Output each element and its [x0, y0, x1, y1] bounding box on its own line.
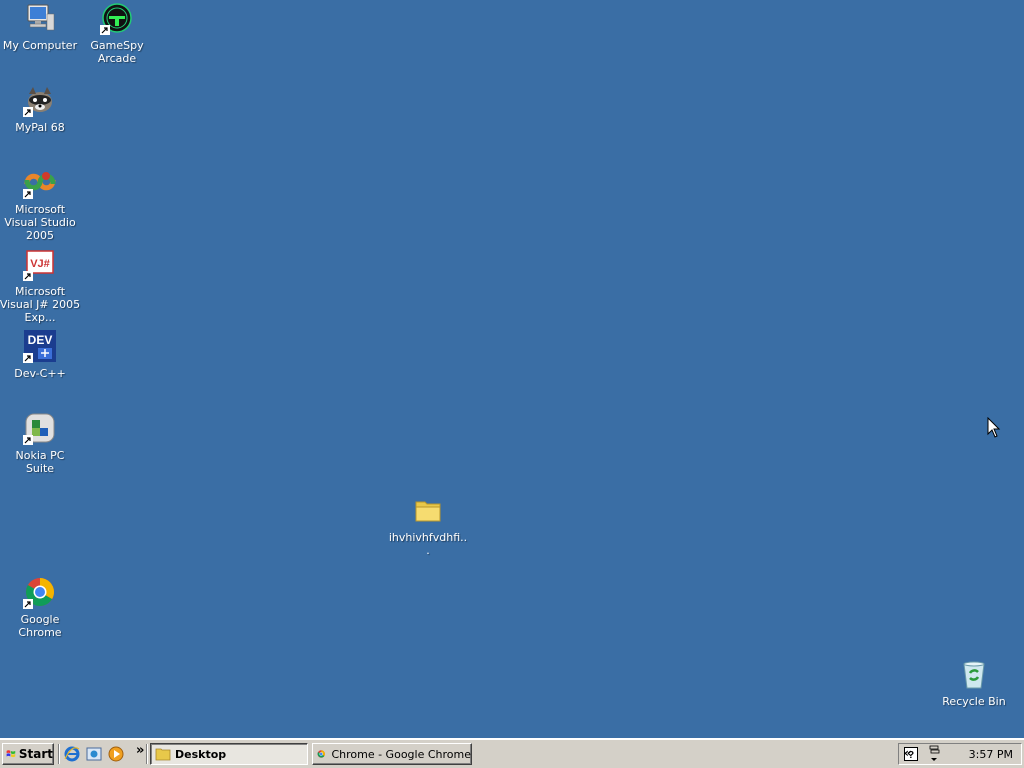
desktop-icon-visual-jsharp[interactable]: VJ# Microsoft Visual J# 2005 Exp... [0, 248, 82, 324]
desktop-icon-label: Dev-C++ [14, 367, 66, 380]
desktop-icon-label: Google Chrome [18, 613, 62, 639]
desktop-icon-label: ihvhivhfvdhfi... [388, 531, 468, 557]
desktop-icon-dev-cpp[interactable]: DEV Dev-C++ [0, 330, 80, 380]
desktop-icon-label: My Computer [2, 39, 78, 52]
vjsharp-glyph: VJ# [30, 258, 50, 270]
chrome-icon [23, 576, 56, 609]
my-computer-icon [24, 2, 56, 34]
shortcut-arrow-icon [23, 107, 33, 117]
start-button[interactable]: Start [2, 743, 54, 765]
chrome-icon [317, 750, 325, 758]
desktop-icon-label: Nokia PC Suite [15, 449, 65, 475]
desktop-icon-label: Microsoft Visual Studio 2005 [4, 203, 76, 242]
shortcut-arrow-icon [100, 25, 110, 35]
desktop-icon-label: Recycle Bin [942, 695, 1006, 708]
windows-logo-icon [6, 750, 16, 758]
mypal-raccoon-icon [23, 84, 56, 117]
dev-cpp-icon: DEV [23, 330, 56, 363]
desktop[interactable]: My Computer GameSpy Arcade MyPal 68 Micr… [0, 0, 1024, 738]
shortcut-arrow-icon [23, 271, 33, 281]
taskbar: Start » Desktop Chrome - Google Chrome ?… [0, 738, 1024, 768]
desktop-icon-visual-studio-2005[interactable]: Microsoft Visual Studio 2005 [0, 166, 82, 242]
internet-explorer-icon[interactable] [64, 746, 80, 762]
desktop-icon-label: GameSpy Arcade [90, 39, 144, 65]
folder-icon [155, 748, 171, 761]
taskbar-button-desktop[interactable]: Desktop [150, 743, 308, 765]
media-player-icon[interactable] [108, 746, 124, 762]
desktop-icon-google-chrome[interactable]: Google Chrome [0, 576, 80, 639]
taskbar-button-label: Desktop [175, 747, 227, 761]
recycle-bin-icon [958, 658, 990, 690]
clock[interactable]: 3:57 PM [969, 748, 1013, 761]
nokia-pc-suite-icon [23, 412, 56, 445]
visual-studio-icon [23, 166, 56, 199]
desktop-icon-my-computer[interactable]: My Computer [0, 2, 80, 52]
shortcut-arrow-icon [23, 189, 33, 199]
shortcut-arrow-icon [23, 353, 33, 363]
system-tray: « 3:57 PM [898, 743, 1022, 765]
mouse-cursor-icon [987, 417, 1001, 438]
taskbar-separator [58, 744, 60, 764]
folder-icon [412, 494, 444, 526]
desktop-icon-folder[interactable]: ihvhivhfvdhfi... [388, 494, 468, 557]
desktop-icon-nokia-pc-suite[interactable]: Nokia PC Suite [0, 412, 80, 475]
quick-launch-overflow-button[interactable]: » [136, 743, 144, 758]
desktop-icon-mypal[interactable]: MyPal 68 [0, 84, 80, 134]
shortcut-arrow-icon [23, 599, 33, 609]
gamespy-arcade-icon [100, 2, 133, 35]
desktop-icon-gamespy-arcade[interactable]: GameSpy Arcade [77, 2, 157, 65]
visual-jsharp-icon: VJ# [23, 248, 56, 281]
taskbar-button-chrome[interactable]: Chrome - Google Chrome [312, 743, 472, 765]
taskbar-button-label: Chrome - Google Chrome [331, 747, 471, 761]
desktop-icon-recycle-bin[interactable]: Recycle Bin [934, 658, 1014, 708]
start-label: Start [18, 747, 53, 761]
tray-expand-button[interactable]: « [904, 746, 912, 760]
devcpp-glyph: DEV [28, 333, 53, 347]
show-desktop-icon[interactable] [86, 746, 102, 762]
desktop-icon-label: MyPal 68 [15, 121, 65, 134]
taskbar-separator [146, 744, 148, 764]
desktop-icon-label: Microsoft Visual J# 2005 Exp... [0, 285, 81, 324]
shortcut-arrow-icon [23, 435, 33, 445]
